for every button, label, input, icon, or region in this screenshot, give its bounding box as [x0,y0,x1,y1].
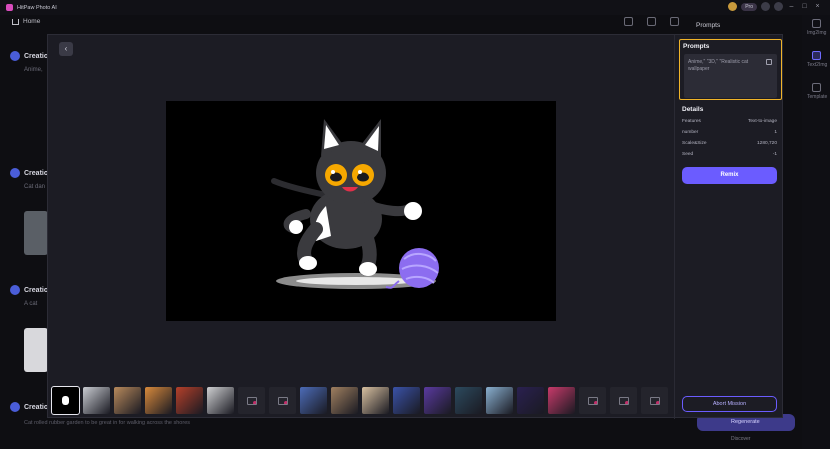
template-icon [811,83,821,92]
thumbnail[interactable] [51,386,80,415]
close-icon[interactable]: × [813,3,822,10]
prompts-box: Prompts Anime," "3D," "Realistic cat wal… [679,39,782,100]
app-logo-icon [6,4,13,11]
creation-thumbnail[interactable] [24,211,48,255]
thumbnail[interactable] [362,387,389,414]
thumbnail[interactable] [331,387,358,414]
creation-avatar [10,168,20,178]
thumbnail[interactable] [517,387,544,414]
creation-subtitle: Cat rolled rubber garden to be great in … [24,420,191,426]
back-button[interactable]: ‹ [59,42,73,56]
home-icon [12,18,19,25]
pro-badge[interactable]: Pro [741,2,757,11]
app-window: HitPaw Photo AI Pro – □ × Home Prompts C… [0,0,830,449]
thumbnail[interactable] [83,387,110,414]
copy-icon[interactable] [766,59,772,65]
detail-row: Seed -1 [682,152,777,157]
toolbar-text2img[interactable]: Text2Img [807,51,827,68]
generated-image [166,101,556,321]
detail-row: Features Text-to-image [682,119,777,124]
background-prompts-label: Prompts [696,22,721,29]
creation-section-title: Creatio [10,51,48,61]
text-image-icon [811,51,821,60]
details-panel: Prompts Anime," "3D," "Realistic cat wal… [674,35,784,419]
details-title: Details [682,106,704,113]
thumbnail[interactable] [641,387,668,414]
menu-icon[interactable] [774,2,783,11]
abort-mission-button[interactable]: Abort Mission [682,396,777,412]
thumbnail[interactable] [207,387,234,414]
home-link[interactable]: Home [12,18,40,25]
thumbnail[interactable] [269,387,296,414]
top-action-icons [624,17,679,26]
creation-subtitle: A cat [24,301,38,307]
maximize-icon[interactable]: □ [800,3,809,10]
thumbnail[interactable] [238,387,265,414]
creation-avatar [10,402,20,412]
thumbnail[interactable] [300,387,327,414]
pin-icon[interactable] [647,17,656,26]
minimize-icon[interactable]: – [787,3,796,10]
thumbnail-cat [62,396,69,405]
creation-subtitle: Anime, [24,67,43,73]
trash-icon[interactable] [670,17,679,26]
thumbnail[interactable] [486,387,513,414]
detail-row: number 1 [682,130,777,135]
toolbar-template[interactable]: Template [807,83,827,100]
thumbnail[interactable] [114,387,141,414]
thumbnail[interactable] [145,387,172,414]
right-toolbar: Img2Img Text2Img Template [802,15,830,449]
thumbnail[interactable] [548,387,575,414]
creation-section-title: Creatio [10,402,48,412]
app-title: HitPaw Photo AI [17,4,57,11]
thumbnail[interactable] [455,387,482,414]
detail-row: Scale&Size 1280,720 [682,141,777,146]
thumbnail[interactable] [579,387,606,414]
remix-button[interactable]: Remix [682,167,777,184]
title-bar: HitPaw Photo AI Pro – □ × [0,0,830,15]
home-label: Home [23,18,41,25]
coin-icon[interactable] [728,2,738,11]
image-preview-modal: ‹ Prompts Anime," "3D," "Realistic cat w… [47,34,784,419]
thumbnail[interactable] [176,387,203,414]
creation-section-title: Creatio [10,168,48,178]
creation-subtitle: Cat dan [24,184,46,190]
creation-thumbnail[interactable] [24,328,48,372]
discover-link[interactable]: Discover [731,436,750,442]
prompts-text: Anime," "3D," "Realistic cat wallpaper [684,54,777,98]
toolbar-img2img[interactable]: Img2Img [807,19,826,36]
thumbnail[interactable] [424,387,451,414]
folder-icon[interactable] [624,17,633,26]
prompts-title: Prompts [683,43,710,50]
thumbnail[interactable] [610,387,637,414]
thumbnail-strip [51,386,668,415]
cat-illustration [271,119,439,289]
creation-section-title: Creatio [10,285,48,295]
thumbnail[interactable] [393,387,420,414]
titlebar-controls: Pro – □ × [728,2,822,11]
creation-avatar [10,285,20,295]
creation-avatar [10,51,20,61]
image-icon [811,19,821,28]
chevron-left-icon: ‹ [64,44,68,53]
avatar[interactable] [761,2,770,11]
